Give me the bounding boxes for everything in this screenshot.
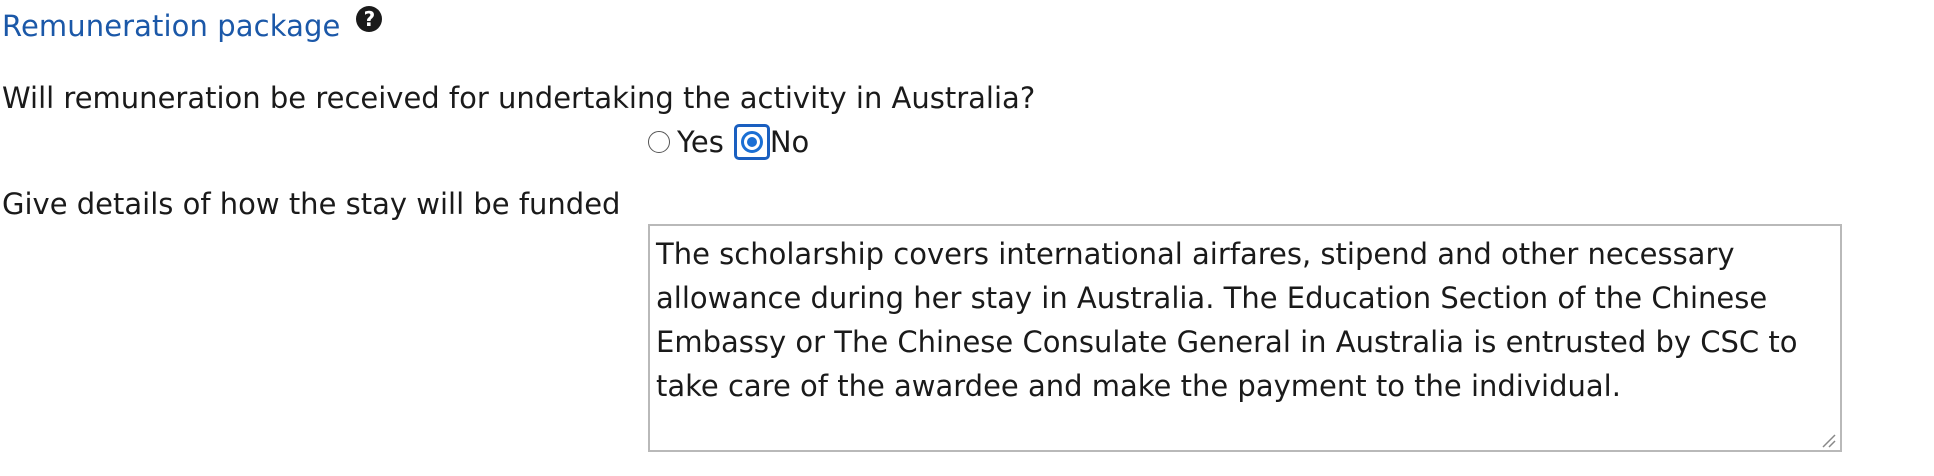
section-header: Remuneration package ? [2, 4, 383, 48]
radio-option-no[interactable]: No [724, 124, 809, 160]
radio-option-yes[interactable]: Yes [648, 125, 724, 159]
section-title: Remuneration package [2, 9, 341, 43]
radio-yes[interactable] [648, 131, 670, 153]
radio-no-focus-ring [733, 124, 770, 160]
radio-no[interactable] [740, 131, 763, 153]
funding-details-textarea[interactable]: The scholarship covers international air… [648, 224, 1842, 452]
resize-handle-icon[interactable] [1820, 432, 1836, 448]
radio-no-label: No [769, 125, 810, 159]
remuneration-radio-group: Yes No [648, 120, 809, 164]
radio-yes-label: Yes [677, 125, 724, 159]
funding-details-label: Give details of how the stay will be fun… [2, 187, 621, 221]
help-icon[interactable]: ? [356, 6, 383, 32]
remuneration-question-label: Will remuneration be received for undert… [2, 81, 1036, 115]
